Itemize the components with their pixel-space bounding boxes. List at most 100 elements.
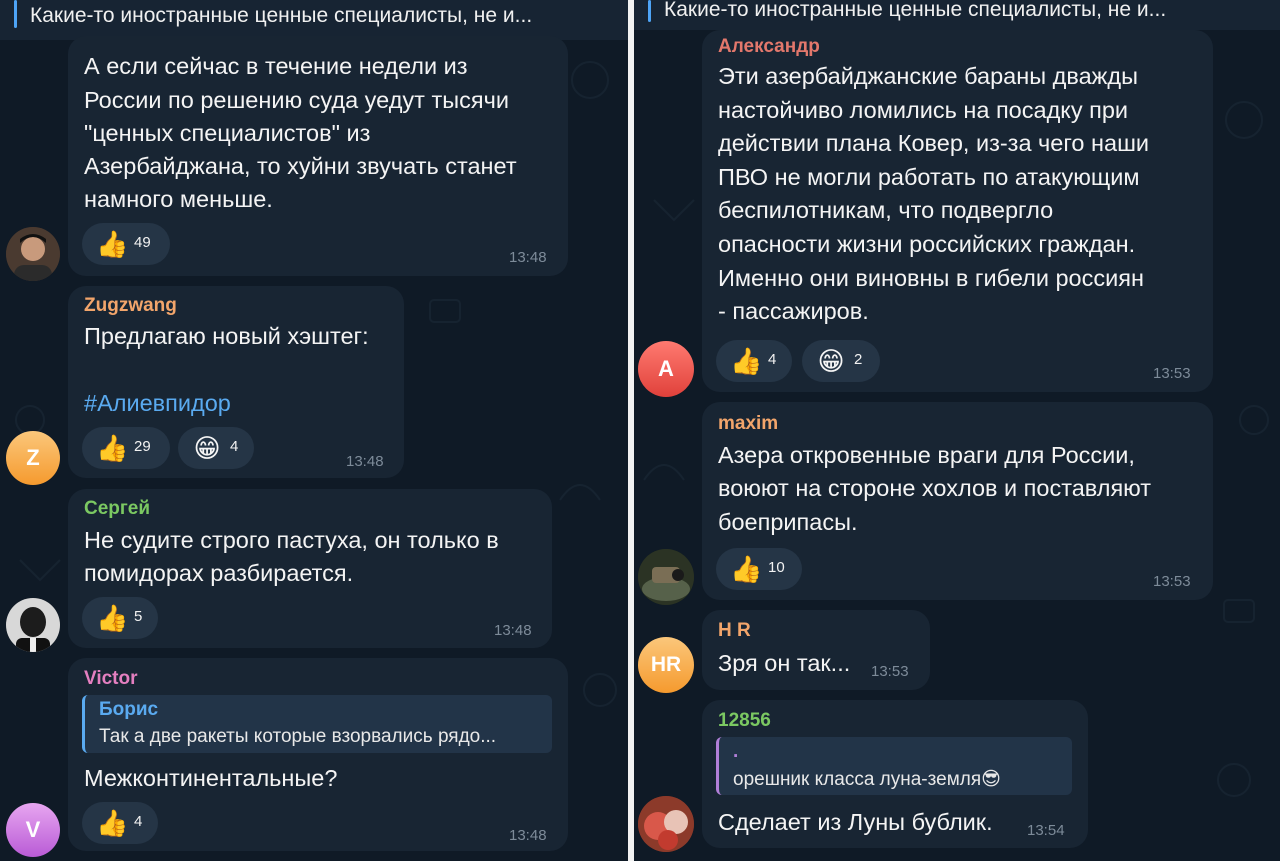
chat-panel-left: Какие-то иностранные ценные специалисты,… [0,0,628,861]
message-time: 13:53 [1153,365,1191,382]
reaction-grin[interactable]: 😁 2 [802,340,880,382]
avatar[interactable]: HR [638,637,694,693]
message-line: беспилотникам, что подвергло [718,197,1054,223]
reply-quote[interactable]: . орешник класса луна-земля😎 [716,737,1072,795]
reaction-count: 4 [768,351,777,368]
reaction-count: 4 [134,813,143,830]
reaction-count: 10 [768,559,785,576]
message-line: Предлагаю новый хэштег: [84,323,369,349]
author-name[interactable]: H R [718,620,751,642]
message-line: опасности жизни российских граждан. [718,231,1136,257]
avatar-letter: Z [26,445,40,470]
message-line: Не судите строго пастуха, он только в [84,527,499,553]
grin-icon: 😁 [817,346,845,376]
reaction-thumbs-up[interactable]: 👍 10 [716,548,802,590]
message-line: А если сейчас в течение недели из [84,53,468,79]
message-bubble[interactable]: Александр Эти азербайджанские бараны два… [702,30,1213,392]
reaction-count: 29 [134,438,151,455]
reaction-thumbs-up[interactable]: 👍 29 [82,427,170,469]
avatar[interactable] [6,227,60,281]
avatar[interactable]: Z [6,431,60,485]
reaction-thumbs-up[interactable]: 👍 4 [82,802,158,844]
thumbs-up-icon: 👍 [96,433,129,463]
thumbs-up-icon: 👍 [730,554,763,584]
avatar[interactable]: V [6,803,60,857]
pinned-message-bar[interactable]: Какие-то иностранные ценные специалисты,… [634,0,1280,30]
reaction-grin[interactable]: 😁 4 [178,427,254,469]
reply-author: . [733,741,739,762]
message-line: Азера откровенные враги для России, [718,442,1135,468]
reaction-count: 49 [134,234,151,251]
reaction-thumbs-up[interactable]: 👍 49 [82,223,170,265]
message-time: 13:53 [1153,573,1191,590]
message-line: Эти азербайджанские бараны дважды [718,63,1138,89]
avatar[interactable]: А [638,341,694,397]
message-line: действии плана Ковер, из-за чего наши [718,130,1150,156]
user-photo-icon [638,549,694,605]
message-line: Именно они виновны в гибели россиян [718,265,1144,291]
hashtag-link[interactable]: #Алиевпидор [84,387,231,421]
message-time: 13:48 [346,453,384,470]
message-line: настойчиво ломились на посадку при [718,97,1129,123]
thumbs-up-icon: 👍 [96,229,129,259]
message-line: боеприпасы. [718,509,858,535]
author-name[interactable]: Zugzwang [84,295,177,317]
message-line: ПВО не могли работать по атакующим [718,164,1140,190]
message-time: 13:54 [1027,822,1065,839]
user-photo-icon [6,227,60,281]
message-time: 13:48 [509,249,547,266]
grin-icon: 😁 [193,433,221,463]
reaction-count: 4 [230,438,239,455]
chat-panel-right: Какие-то иностранные ценные специалисты,… [634,0,1280,861]
avatar-letter: А [658,356,674,381]
reply-author: Борис [99,699,159,720]
author-name[interactable]: Сергей [84,498,150,520]
reaction-count: 5 [134,608,143,625]
author-name[interactable]: 12856 [718,710,771,732]
thumbs-up-icon: 👍 [730,346,763,376]
message-time: 13:48 [509,827,547,844]
pinned-message-text: Какие-то иностранные ценные специалисты,… [30,4,533,27]
message-line: России по решению суда уедут тысячи [84,87,509,113]
message-bubble[interactable]: Сергей Не судите строго пастуха, он толь… [68,489,552,648]
reply-quote[interactable]: Борис Так а две ракеты которые взорвалис… [82,695,552,753]
user-photo-icon [638,796,694,852]
message-bubble[interactable]: H R Зря он так... 13:53 [702,610,930,690]
reaction-count: 2 [854,351,863,368]
reply-text: Так а две ракеты которые взорвались рядо… [99,726,497,747]
pinned-accent-bar [648,0,651,22]
user-photo-icon [6,598,60,652]
message-text: Сделает из Луны бублик. [718,809,993,835]
message-bubble[interactable]: maxim Азера откровенные враги для России… [702,402,1213,600]
message-line: Азербайджана, то хуйни звучать станет [84,153,517,179]
author-name[interactable]: maxim [718,413,778,435]
pinned-accent-bar [14,0,17,28]
message-line: намного меньше. [84,186,273,212]
avatar[interactable] [638,796,694,852]
avatar-letter: HR [650,653,682,676]
message-line: воюют на стороне хохлов и поставляют [718,475,1152,501]
reply-text: орешник класса луна-земля😎 [733,769,1001,790]
message-bubble[interactable]: А если сейчас в течение недели из России… [68,36,568,276]
message-text: Межконтинентальные? [84,765,338,791]
message-bubble[interactable]: Victor Борис Так а две ракеты которые вз… [68,658,568,851]
message-line: помидорах разбирается. [84,560,354,586]
pinned-message-text: Какие-то иностранные ценные специалисты,… [664,0,1167,21]
message-bubble[interactable]: Zugzwang Предлагаю новый хэштег: #Алиевп… [68,286,404,478]
message-line: "ценных специалистов" из [84,120,371,146]
message-time: 13:53 [871,663,909,680]
author-name[interactable]: Александр [718,36,820,58]
thumbs-up-icon: 👍 [96,603,129,633]
pinned-message-bar[interactable]: Какие-то иностранные ценные специалисты,… [0,0,628,40]
message-bubble[interactable]: 12856 . орешник класса луна-земля😎 Сдела… [702,700,1088,848]
message-line: - пассажиров. [718,298,869,324]
message-text: Зря он так... [718,650,851,676]
avatar[interactable] [6,598,60,652]
avatar-letter: V [25,817,41,842]
avatar[interactable] [638,549,694,605]
thumbs-up-icon: 👍 [96,808,129,838]
message-time: 13:48 [494,622,532,639]
author-name[interactable]: Victor [84,668,138,690]
reaction-thumbs-up[interactable]: 👍 4 [716,340,792,382]
reaction-thumbs-up[interactable]: 👍 5 [82,597,158,639]
